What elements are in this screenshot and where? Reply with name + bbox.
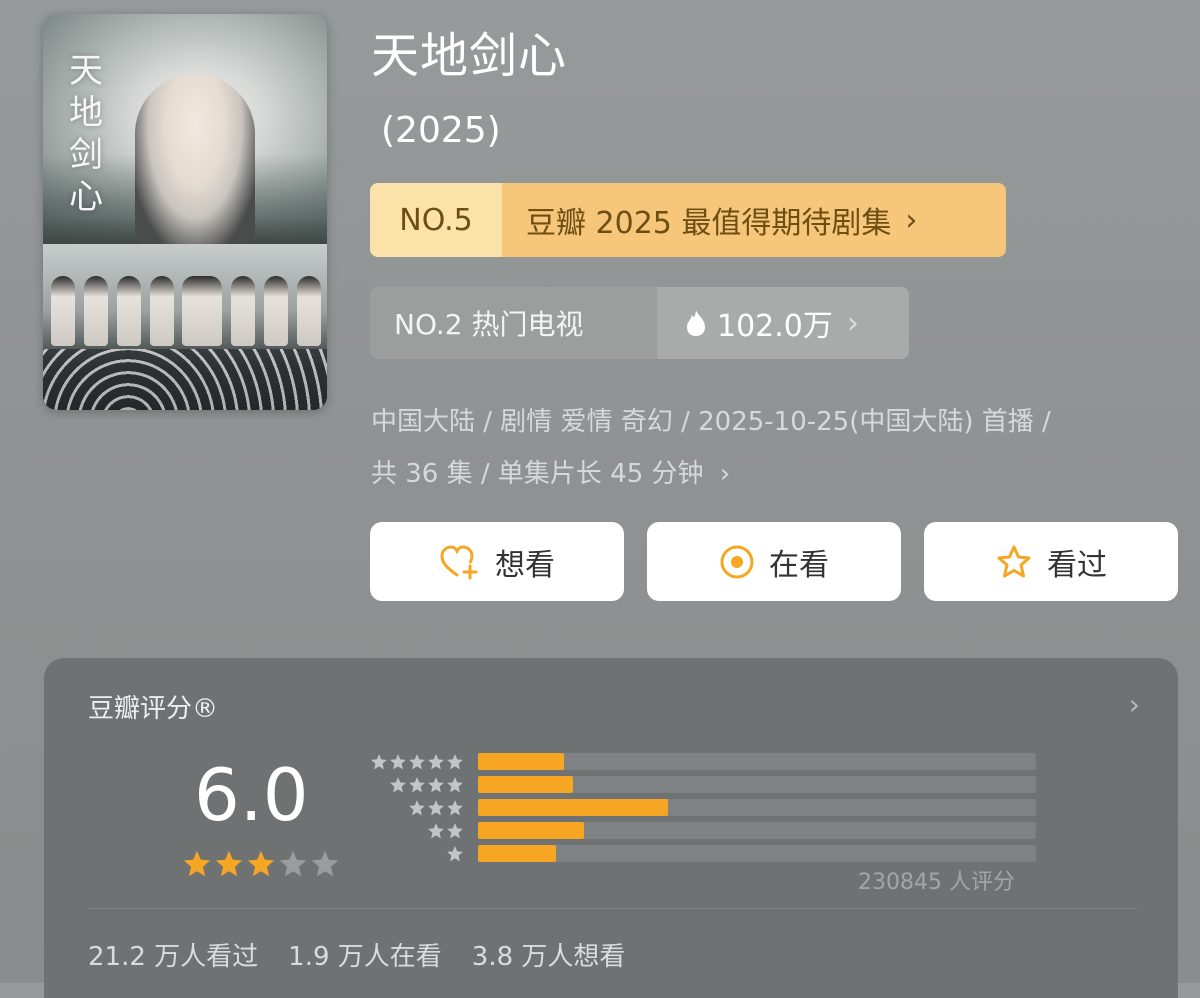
cast-figure bbox=[231, 276, 256, 346]
meta-line-2: 共 36 集 / 单集片长 45 分钟 bbox=[371, 459, 704, 489]
watched-label: 看过 bbox=[1047, 547, 1107, 583]
rating-score: 6.0 bbox=[194, 753, 309, 837]
release-year: (2025) bbox=[381, 110, 501, 151]
rating-bar-track bbox=[478, 799, 1036, 816]
star-filled-icon bbox=[247, 850, 275, 877]
star-empty-icon bbox=[311, 850, 339, 877]
divider bbox=[88, 908, 1138, 909]
want-to-watch-label: 想看 bbox=[495, 547, 555, 583]
poster-cast bbox=[51, 276, 321, 346]
rating-bar-fill bbox=[478, 799, 668, 816]
star-outline-icon bbox=[997, 545, 1031, 577]
rating-bar-fill bbox=[478, 753, 565, 770]
bar-stars bbox=[360, 776, 464, 794]
bar-stars bbox=[360, 753, 464, 771]
star-icon bbox=[409, 776, 425, 792]
hot-tv-rank-label: NO.2 热门电视 bbox=[370, 287, 657, 359]
star-icon bbox=[409, 799, 425, 815]
action-buttons: 想看 在看 看过 bbox=[370, 522, 1178, 601]
star-icon bbox=[447, 845, 463, 861]
chevron-right-icon: › bbox=[905, 202, 918, 238]
star-icon bbox=[390, 753, 406, 769]
rating-bar-track bbox=[478, 822, 1036, 839]
rating-bar-track bbox=[478, 845, 1036, 862]
cast-figure bbox=[83, 276, 108, 346]
poster-lead-figure bbox=[135, 74, 255, 244]
want-to-watch-button[interactable]: 想看 bbox=[370, 522, 624, 601]
watching-label: 在看 bbox=[769, 547, 829, 583]
poster[interactable]: 天地剑心 bbox=[43, 14, 327, 410]
annual-list-banner[interactable]: NO.5 豆瓣 2025 最值得期待剧集 › bbox=[370, 183, 1006, 257]
cast-figure bbox=[116, 276, 141, 346]
bar-stars bbox=[360, 799, 464, 817]
watched-button[interactable]: 看过 bbox=[924, 522, 1178, 601]
star-icon bbox=[447, 799, 463, 815]
rating-distribution bbox=[360, 750, 1036, 865]
star-filled-icon bbox=[215, 850, 243, 877]
want-count: 3.8 万人想看 bbox=[471, 942, 626, 972]
annual-list-label-row: 豆瓣 2025 最值得期待剧集 › bbox=[502, 183, 1006, 257]
star-icon bbox=[371, 753, 387, 769]
heat-value: 102.0万 bbox=[717, 309, 833, 344]
star-icon bbox=[390, 776, 406, 792]
show-meta[interactable]: 中国大陆 / 剧情 爱情 奇幻 / 2025-10-25(中国大陆) 首播 / … bbox=[371, 396, 1191, 500]
rating-bar-fill bbox=[478, 822, 585, 839]
cast-figure bbox=[264, 276, 289, 346]
rating-title: 豆瓣评分® bbox=[88, 694, 219, 724]
rating-bar-row bbox=[360, 819, 1036, 842]
rating-count: 230845 人评分 bbox=[858, 870, 1015, 895]
cast-figure bbox=[296, 276, 321, 346]
cast-figure bbox=[149, 276, 174, 346]
score-stars bbox=[182, 849, 342, 879]
watch-stats: 21.2 万人看过 1.9 万人在看 3.8 万人想看 bbox=[88, 936, 655, 973]
poster-title-art: 天地剑心 bbox=[69, 51, 103, 217]
star-icon bbox=[447, 753, 463, 769]
target-icon bbox=[720, 545, 754, 578]
watching-button[interactable]: 在看 bbox=[647, 522, 901, 601]
star-icon bbox=[428, 799, 444, 815]
star-icon bbox=[428, 776, 444, 792]
poster-waves bbox=[43, 349, 327, 410]
meta-line-2-row: 共 36 集 / 单集片长 45 分钟 › bbox=[371, 448, 1191, 500]
rating-bar-track bbox=[478, 776, 1036, 793]
star-icon bbox=[409, 753, 425, 769]
cast-figure bbox=[182, 276, 223, 346]
heat-value-row: 102.0万 › bbox=[657, 287, 909, 359]
star-icon bbox=[428, 753, 444, 769]
rating-bar-fill bbox=[478, 845, 557, 862]
heart-plus-icon bbox=[440, 544, 478, 579]
meta-line-1: 中国大陆 / 剧情 爱情 奇幻 / 2025-10-25(中国大陆) 首播 / bbox=[371, 407, 1051, 437]
rating-card[interactable]: 豆瓣评分® › 6.0 230845 人评分 21.2 万人看过 1.9 万人在… bbox=[44, 658, 1178, 998]
chevron-right-icon: › bbox=[846, 305, 859, 341]
watching-count: 1.9 万人在看 bbox=[288, 942, 442, 972]
star-filled-icon bbox=[183, 850, 211, 877]
cast-figure bbox=[51, 276, 75, 346]
star-icon bbox=[447, 776, 463, 792]
flame-icon bbox=[687, 310, 705, 336]
annual-rank-number: NO.5 bbox=[370, 183, 502, 257]
rating-bar-row bbox=[360, 842, 1036, 865]
page-title: 天地剑心 bbox=[371, 28, 568, 84]
bar-stars bbox=[360, 845, 464, 863]
rating-bar-row bbox=[360, 796, 1036, 819]
watched-count: 21.2 万人看过 bbox=[88, 942, 259, 972]
bar-stars bbox=[360, 822, 464, 840]
annual-list-label: 豆瓣 2025 最值得期待剧集 bbox=[526, 206, 892, 241]
chevron-right-icon: › bbox=[719, 459, 731, 489]
rating-bar-row bbox=[360, 773, 1036, 796]
rating-bar-track bbox=[478, 753, 1036, 770]
hot-tv-rank[interactable]: NO.2 热门电视 102.0万 › bbox=[370, 287, 909, 359]
rating-bar-row bbox=[360, 750, 1036, 773]
chevron-right-icon[interactable]: › bbox=[1129, 688, 1140, 721]
rating-bar-fill bbox=[478, 776, 573, 793]
star-icon bbox=[447, 822, 463, 838]
star-icon bbox=[428, 822, 444, 838]
star-empty-icon bbox=[279, 850, 307, 877]
